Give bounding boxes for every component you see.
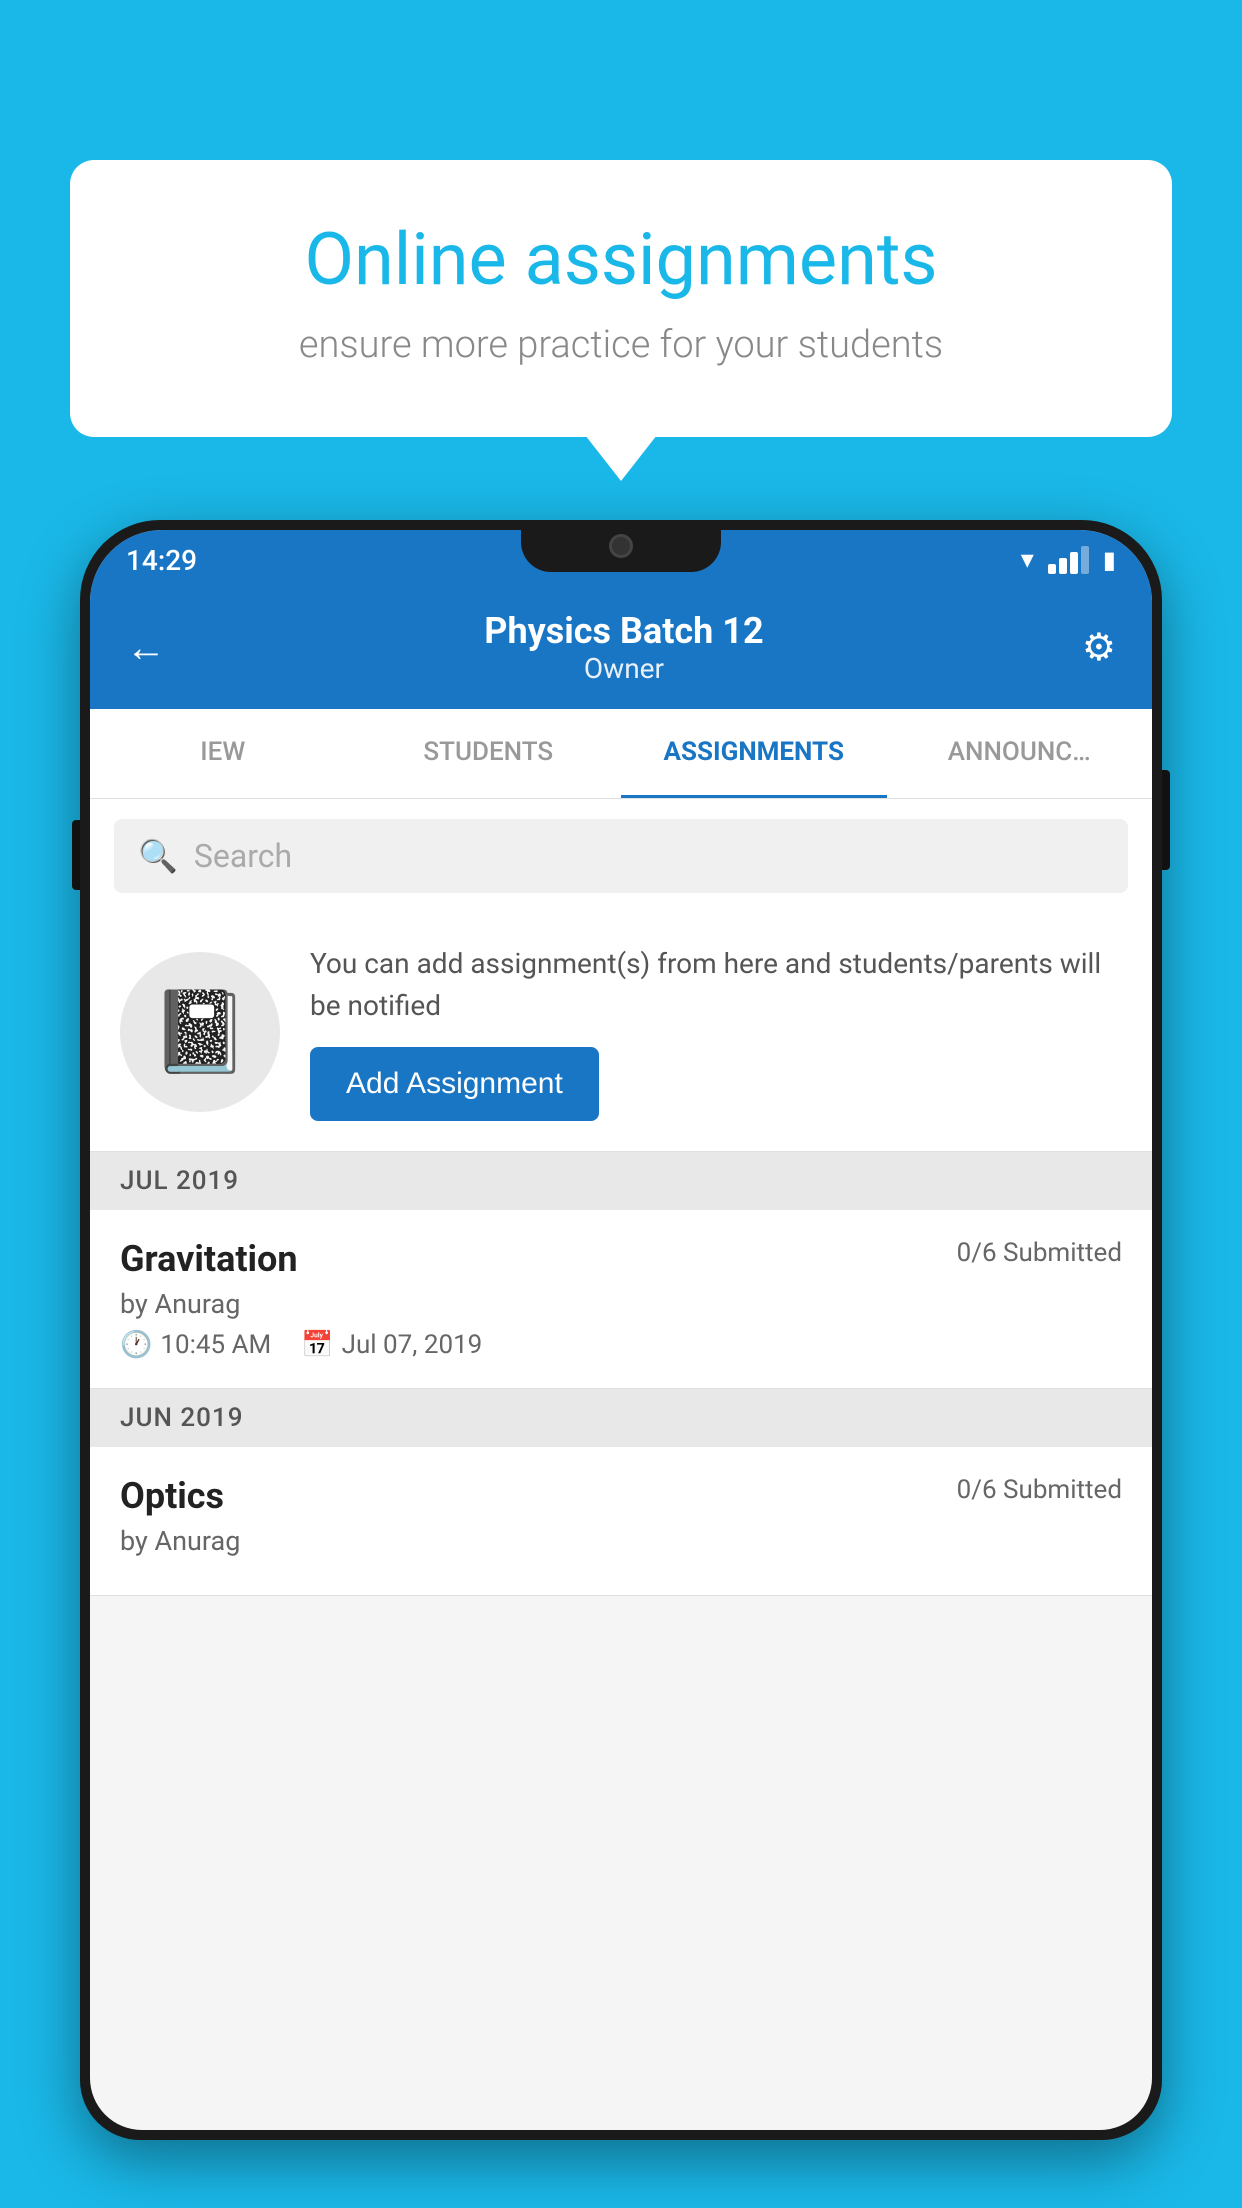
header-subtitle: Owner — [484, 652, 763, 685]
assignment-meta-gravitation: 🕐 10:45 AM 📅 Jul 07, 2019 — [120, 1330, 1122, 1360]
assignment-row1: Gravitation 0/6 Submitted — [120, 1238, 1122, 1280]
app-header: ← Physics Batch 12 Owner ⚙ — [90, 590, 1152, 709]
signal-bar-4 — [1081, 546, 1089, 574]
tab-assignments[interactable]: ASSIGNMENTS — [621, 709, 887, 798]
meta-date-gravitation: 📅 Jul 07, 2019 — [301, 1330, 482, 1360]
back-button[interactable]: ← — [126, 624, 166, 671]
gear-icon[interactable]: ⚙ — [1082, 625, 1116, 670]
tabs-container: IEW STUDENTS ASSIGNMENTS ANNOUNC… — [90, 709, 1152, 799]
speech-bubble-title: Online assignments — [140, 220, 1102, 299]
section-jul-2019: JUL 2019 — [90, 1152, 1152, 1210]
speech-bubble-subtitle: ensure more practice for your students — [140, 323, 1102, 367]
speech-bubble: Online assignments ensure more practice … — [70, 160, 1172, 437]
volume-button — [72, 820, 80, 890]
assignment-time: 10:45 AM — [160, 1330, 271, 1360]
search-placeholder: Search — [194, 837, 292, 875]
signal-bars — [1048, 546, 1089, 574]
add-assignment-button[interactable]: Add Assignment — [310, 1047, 599, 1121]
meta-time-gravitation: 🕐 10:45 AM — [120, 1330, 271, 1360]
assignment-item-gravitation[interactable]: Gravitation 0/6 Submitted by Anurag 🕐 10… — [90, 1210, 1152, 1389]
search-input-wrapper[interactable]: 🔍 Search — [114, 819, 1128, 893]
clock-icon: 🕐 — [120, 1330, 152, 1360]
status-icons: ▾ ▮ — [1021, 545, 1116, 575]
assignment-row1-optics: Optics 0/6 Submitted — [120, 1475, 1122, 1517]
tab-announcements[interactable]: ANNOUNC… — [887, 709, 1153, 798]
header-title: Physics Batch 12 — [484, 610, 763, 652]
speech-bubble-container: Online assignments ensure more practice … — [70, 160, 1172, 437]
assignment-by-optics: by Anurag — [120, 1525, 1122, 1557]
power-button — [1162, 770, 1170, 870]
assignment-name-gravitation: Gravitation — [120, 1238, 298, 1280]
status-time: 14:29 — [126, 544, 197, 577]
search-container: 🔍 Search — [90, 799, 1152, 913]
signal-bar-3 — [1070, 552, 1078, 574]
assignment-name-optics: Optics — [120, 1475, 224, 1517]
assignment-submitted-optics: 0/6 Submitted — [957, 1475, 1122, 1505]
phone-container: 14:29 ▾ ▮ ← Physics Batch 12 — [80, 520, 1162, 2208]
signal-bar-2 — [1059, 558, 1067, 574]
search-icon: 🔍 — [138, 837, 178, 875]
promo-text-area: You can add assignment(s) from here and … — [310, 943, 1122, 1121]
wifi-icon: ▾ — [1021, 545, 1034, 575]
front-camera — [609, 534, 633, 558]
assignment-item-optics[interactable]: Optics 0/6 Submitted by Anurag — [90, 1447, 1152, 1596]
assignment-date: Jul 07, 2019 — [342, 1330, 483, 1360]
section-jun-2019: JUN 2019 — [90, 1389, 1152, 1447]
promo-description: You can add assignment(s) from here and … — [310, 943, 1122, 1027]
phone-screen: 14:29 ▾ ▮ ← Physics Batch 12 — [90, 530, 1152, 2130]
battery-icon: ▮ — [1103, 546, 1116, 574]
promo-icon-circle: 📓 — [120, 952, 280, 1112]
header-title-area: Physics Batch 12 Owner — [484, 610, 763, 685]
assignment-promo: 📓 You can add assignment(s) from here an… — [90, 913, 1152, 1152]
assignment-by-gravitation: by Anurag — [120, 1288, 1122, 1320]
calendar-icon: 📅 — [301, 1330, 333, 1360]
phone-outer: 14:29 ▾ ▮ ← Physics Batch 12 — [80, 520, 1162, 2140]
notebook-icon: 📓 — [150, 985, 250, 1079]
assignment-submitted-gravitation: 0/6 Submitted — [957, 1238, 1122, 1268]
phone-notch — [521, 520, 721, 572]
signal-bar-1 — [1048, 564, 1056, 574]
tab-iew[interactable]: IEW — [90, 709, 356, 798]
tab-students[interactable]: STUDENTS — [356, 709, 622, 798]
